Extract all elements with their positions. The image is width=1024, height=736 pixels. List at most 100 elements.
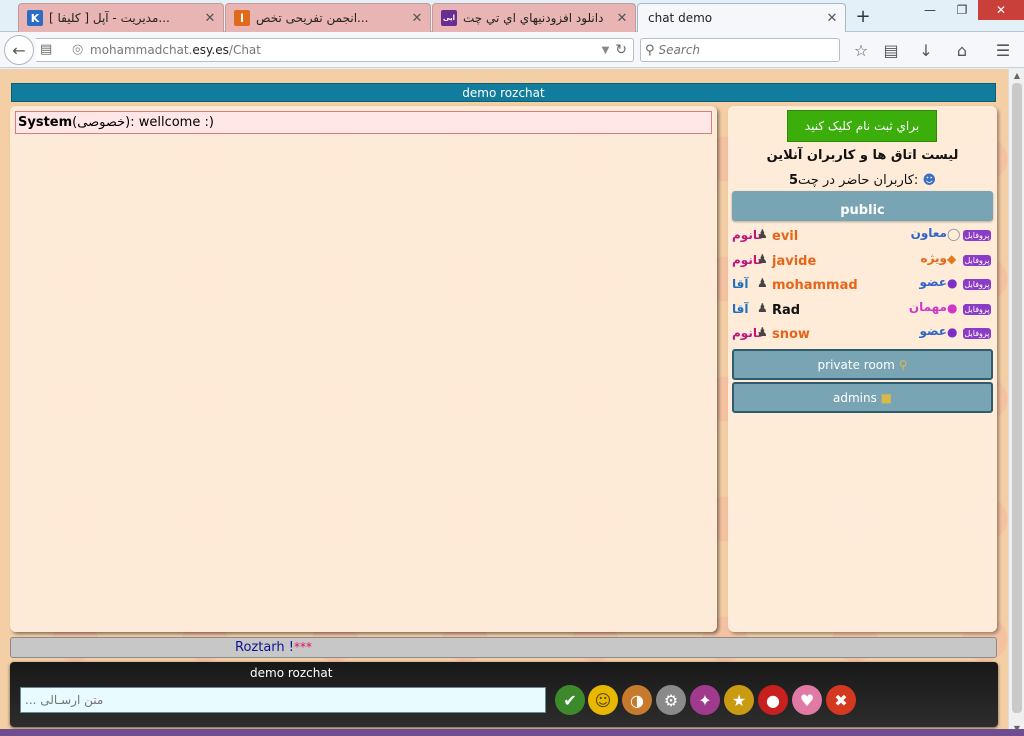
tab-chat-demo[interactable]: chat demo ✕: [637, 3, 846, 32]
male-avatar-icon: ♟: [757, 300, 768, 315]
room-public-button[interactable]: public: [732, 191, 993, 221]
users-group-icon: ☻: [922, 173, 936, 188]
user-name[interactable]: mohammad: [772, 278, 858, 293]
rooms-users-title: لیست اتاق ها و کاربران آنلاین: [766, 148, 959, 163]
new-tab-plus-icon[interactable]: +: [852, 6, 874, 28]
browser-navigation-bar: ← ▤ ◎ mohammadchat.esy.es/Chat ▼ ↻ ⚲ ☆ ▤…: [0, 32, 1024, 68]
page-info-icon[interactable]: ▤: [40, 42, 52, 57]
user-name[interactable]: evil: [772, 229, 798, 244]
message-input[interactable]: [20, 687, 546, 713]
online-count-value: 5: [789, 173, 799, 188]
message-composer: demo rozchat ✔ ☺ ◑ ⚙ ✦ ★ ● ♥ ✖: [10, 662, 998, 727]
user-name[interactable]: javide: [772, 254, 816, 269]
user-list: خانوم ♟ evil معاون ◯ پروفایل خانوم ♟ jav…: [728, 225, 997, 348]
tab-kelifa[interactable]: K [ کلیفا ] مدیریت - آپل... ✕: [18, 3, 224, 32]
search-input[interactable]: [658, 43, 829, 57]
male-avatar-icon: ♟: [757, 276, 768, 291]
angry-bird-icon[interactable]: ●: [758, 685, 788, 715]
user-gender: آقا: [732, 277, 749, 292]
apple-icon: ●: [947, 325, 958, 340]
browser-tab-strip: K [ کلیفا ] مدیریت - آپل... ✕ ا انجمن تف…: [0, 0, 1024, 32]
reload-icon[interactable]: ↻: [615, 42, 627, 58]
apple-icon: ●: [947, 300, 958, 315]
restore-icon[interactable]: ❐: [946, 0, 978, 20]
profile-badge[interactable]: پروفایل: [963, 230, 991, 241]
search-icon: ⚲: [645, 42, 655, 58]
room-admins-label: admins: [832, 391, 877, 405]
itchat-favicon-icon: اپی: [441, 10, 457, 26]
footer-brand[interactable]: Roztarh !: [235, 640, 294, 655]
tab-close-icon[interactable]: ✕: [203, 11, 217, 26]
profile-badge[interactable]: پروفایل: [963, 254, 991, 266]
message-sender: System: [18, 115, 73, 130]
user-row[interactable]: خانوم ♟ snow عضو ● پروفایل: [728, 323, 997, 348]
tab-close-icon[interactable]: ✕: [410, 11, 424, 26]
heart-icon[interactable]: ♥: [792, 685, 822, 715]
smiley-icon[interactable]: ☺: [588, 685, 618, 715]
tab-itchat-download[interactable]: اپی دانلود افزودنيهاي اي تي چت ✕: [432, 3, 636, 32]
chat-page: demo rozchat System(خصوصی): wellcome :) …: [0, 69, 1008, 736]
room-private-button[interactable]: private room ⚲: [732, 349, 993, 380]
profile-badge[interactable]: پروفایل: [963, 328, 991, 340]
url-text[interactable]: mohammadchat.esy.es/Chat: [90, 43, 602, 57]
user-gender: آقا: [732, 301, 749, 316]
palette-icon[interactable]: ◑: [622, 685, 652, 715]
online-count: 5کاربران حاضر در چت: ☻: [728, 173, 997, 188]
tab-anjoman[interactable]: ا انجمن تفریحی تخص... ✕: [225, 3, 431, 32]
female-avatar-icon: ♟: [757, 251, 768, 266]
footer-bar: Roztarh ! ***: [10, 637, 997, 658]
url-path: /Chat: [228, 43, 261, 57]
url-prefix: mohammadchat.: [90, 43, 193, 57]
trophy-icon[interactable]: ★: [724, 685, 754, 715]
bookmark-star-icon[interactable]: ☆: [850, 37, 872, 63]
user-rank: معاون: [910, 226, 947, 240]
user-row[interactable]: خانوم ♟ javide ویژه ◆ پروفایل: [728, 250, 997, 275]
footer-stars: ***: [294, 640, 312, 654]
key-icon: ⚲: [898, 358, 908, 372]
profile-badge[interactable]: پروفایل: [963, 303, 991, 315]
home-icon[interactable]: ⌂: [951, 37, 973, 63]
room-admins-button[interactable]: admins ■: [732, 382, 993, 413]
page-scrollbar[interactable]: ▲ ▼: [1008, 69, 1024, 736]
scrollbar-thumb[interactable]: [1012, 83, 1022, 713]
os-taskbar: [0, 729, 1024, 736]
close-icon[interactable]: ✖: [826, 685, 856, 715]
user-row[interactable]: آقا ♟ mohammad عضو ● پروفایل: [728, 274, 997, 299]
online-count-label: کاربران حاضر در چت:: [798, 173, 919, 188]
gear-icon[interactable]: ⚙: [656, 685, 686, 715]
user-name[interactable]: snow: [772, 327, 810, 342]
scroll-up-icon[interactable]: ▲: [1009, 69, 1024, 83]
url-domain: esy.es: [192, 43, 229, 57]
tab-title: [ کلیفا ] مدیریت - آپل...: [49, 11, 170, 25]
tab-title: دانلود افزودنيهاي اي تي چت: [463, 11, 604, 25]
send-icon[interactable]: ✔: [555, 685, 585, 715]
magic-wand-icon[interactable]: ✦: [690, 685, 720, 715]
tab-close-icon[interactable]: ✕: [615, 11, 629, 26]
reading-list-icon[interactable]: ▤: [880, 37, 902, 63]
female-avatar-icon: ♟: [757, 325, 768, 340]
apple-icon: ●: [947, 276, 958, 291]
back-arrow-icon[interactable]: ←: [4, 35, 34, 65]
diamond-icon: ◆: [947, 251, 957, 266]
message-text: : wellcome :): [130, 115, 214, 130]
lock-icon: ■: [880, 391, 893, 405]
user-row[interactable]: خانوم ♟ evil معاون ◯ پروفایل: [728, 225, 997, 250]
address-bar[interactable]: ▤ ◎ mohammadchat.esy.es/Chat ▼ ↻: [36, 38, 634, 62]
user-rank: عضو: [919, 275, 947, 290]
medal-icon: ◯: [947, 227, 961, 241]
window-close-icon[interactable]: ✕: [978, 0, 1024, 20]
download-icon[interactable]: ↓: [915, 37, 937, 63]
message-tag: (خصوصی): [72, 115, 131, 130]
room-private-label: private room: [817, 358, 895, 372]
minimize-icon[interactable]: —: [914, 0, 946, 20]
user-row[interactable]: آقا ♟ Rad مهمان ● پروفایل: [728, 299, 997, 324]
register-button[interactable]: براي ثبت نام كليک كنيد: [787, 110, 937, 142]
profile-badge[interactable]: پروفایل: [963, 279, 991, 291]
search-bar[interactable]: ⚲: [640, 38, 840, 62]
menu-hamburger-icon[interactable]: ☰: [992, 37, 1014, 63]
globe-icon: ◎: [72, 42, 84, 57]
url-dropdown-icon[interactable]: ▼: [602, 45, 610, 56]
user-name[interactable]: Rad: [772, 303, 800, 318]
tab-close-icon[interactable]: ✕: [825, 11, 839, 26]
chat-message: System(خصوصی): wellcome :): [15, 111, 712, 134]
